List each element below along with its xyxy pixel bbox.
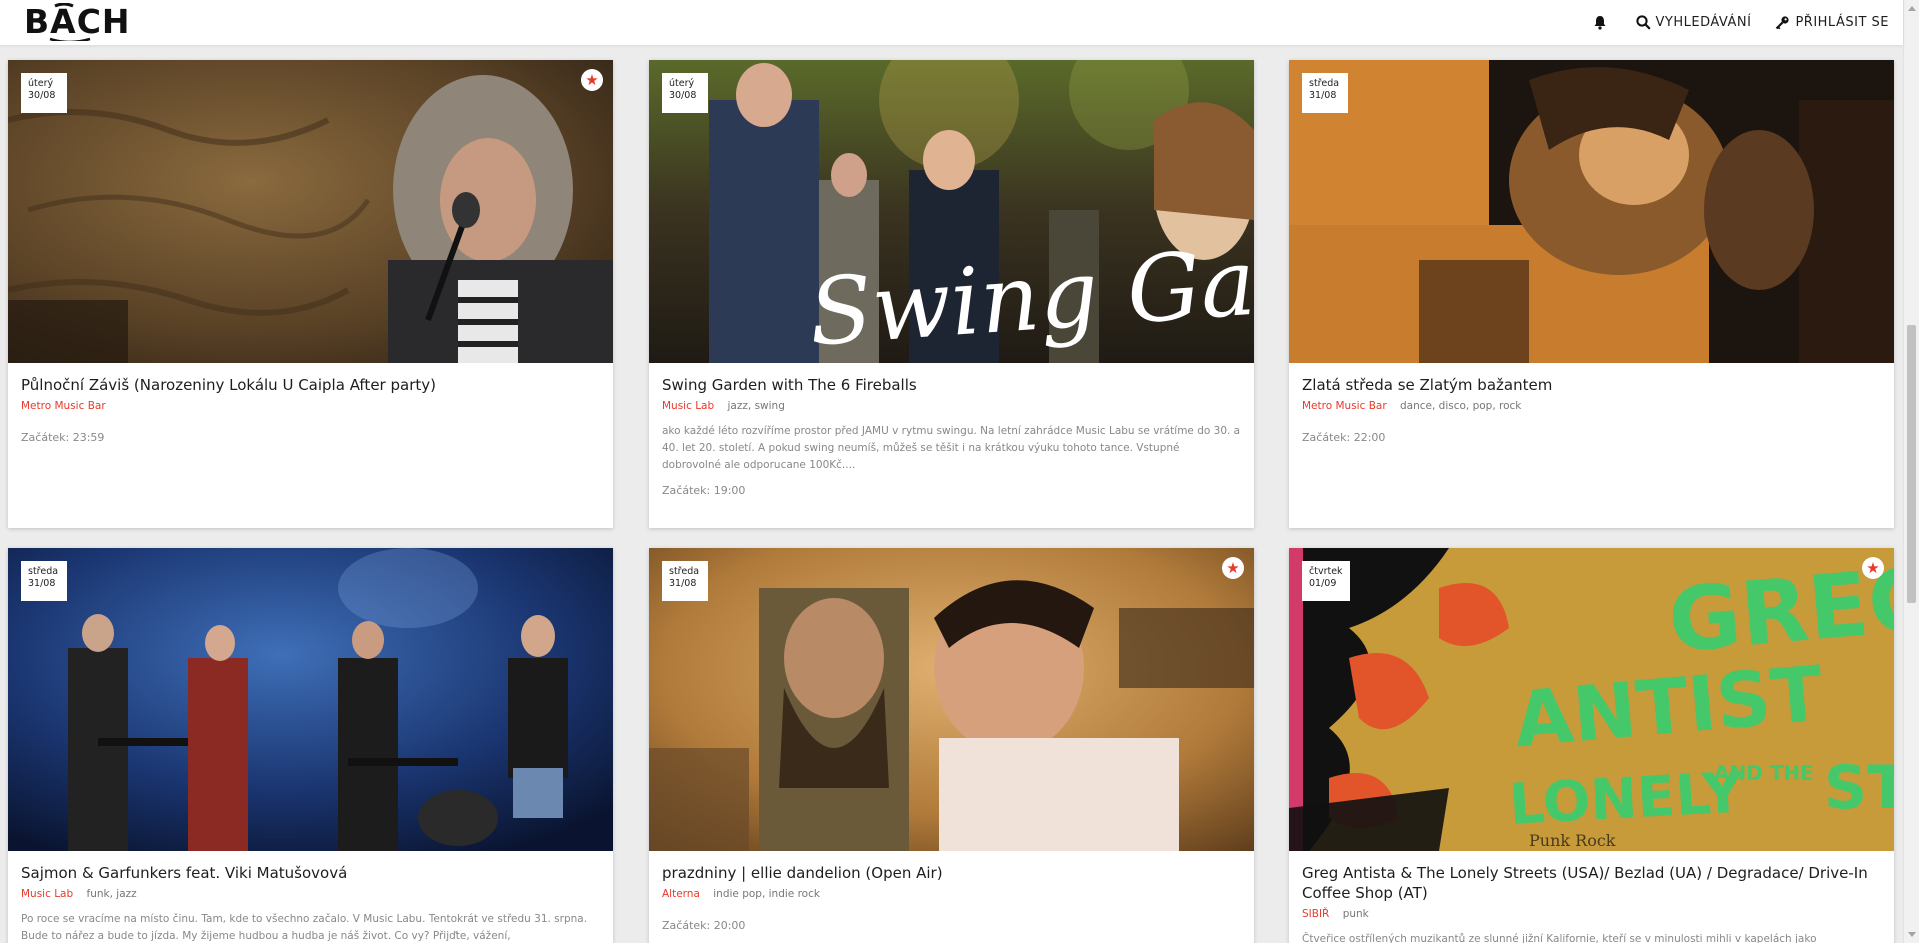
star-icon[interactable]: ★ <box>581 69 603 91</box>
event-venue[interactable]: SIBIŘ <box>1302 908 1329 920</box>
event-genres: jazz, swing <box>727 400 785 412</box>
event-title[interactable]: Swing Garden with The 6 Fireballs <box>662 375 1241 395</box>
event-date: 31/08 <box>28 578 56 589</box>
search-label: VYHLEDÁVÁNÍ <box>1655 15 1752 30</box>
date-badge: středa 31/08 <box>21 561 67 601</box>
scroll-up-arrow[interactable] <box>1908 6 1916 11</box>
event-title[interactable]: Sajmon & Garfunkers feat. Viki Matušovov… <box>21 863 600 883</box>
svg-text:STR: STR <box>1824 753 1894 823</box>
star-icon[interactable]: ★ <box>1222 557 1244 579</box>
date-badge: středa 31/08 <box>662 561 708 601</box>
event-day: úterý <box>669 78 695 89</box>
card-body: Půlnoční Záviš (Narozeniny Lokálu U Caip… <box>21 375 600 444</box>
event-photo: Swing Gar <box>649 60 1254 363</box>
event-venue[interactable]: Alterna <box>662 888 700 900</box>
event-card[interactable]: středa 31/08 Zlatá středa se Zlatým baža… <box>1289 60 1894 528</box>
event-image[interactable]: středa 31/08 ★ <box>649 548 1254 851</box>
event-meta: Music Lab funk, jazz <box>21 887 600 901</box>
event-day: středa <box>1309 78 1340 89</box>
date-badge: úterý 30/08 <box>662 73 708 113</box>
event-venue[interactable]: Metro Music Bar <box>1302 400 1387 412</box>
svg-text:Punk Rock: Punk Rock <box>1529 831 1616 850</box>
notifications-button[interactable] <box>1593 15 1612 30</box>
date-badge: čtvrtek 01/09 <box>1302 561 1350 601</box>
event-title[interactable]: Zlatá středa se Zlatým bažantem <box>1302 375 1881 395</box>
event-day: středa <box>28 566 59 577</box>
event-meta: Metro Music Bar dance, disco, pop, rock <box>1302 399 1881 413</box>
event-date: 30/08 <box>28 90 56 101</box>
event-date: 31/08 <box>669 578 697 589</box>
event-photo <box>8 548 613 851</box>
svg-text:LONELY: LONELY <box>1508 760 1746 837</box>
event-genres: dance, disco, pop, rock <box>1400 400 1522 412</box>
bach-logo[interactable]: BACH <box>24 3 144 41</box>
event-start-time: Začátek: 22:00 <box>1302 431 1386 444</box>
scrollbar-thumb[interactable] <box>1907 325 1916 603</box>
event-meta: Metro Music Bar <box>21 399 600 413</box>
event-photo: GREG ANTIST LONELY AND THE STR Punk Rock <box>1289 548 1894 851</box>
event-date: 31/08 <box>1309 90 1337 101</box>
date-badge: středa 31/08 <box>1302 73 1348 113</box>
top-navigation-bar: BACH VYHLEDÁVÁNÍ PŘIHLÁSIT SE <box>0 0 1903 45</box>
card-body: Swing Garden with The 6 Fireballs Music … <box>662 375 1241 497</box>
event-title[interactable]: Půlnoční Záviš (Narozeniny Lokálu U Caip… <box>21 375 600 395</box>
svg-text:AND THE: AND THE <box>1714 761 1814 785</box>
star-icon[interactable]: ★ <box>1862 557 1884 579</box>
event-day: středa <box>669 566 700 577</box>
event-image[interactable]: GREG ANTIST LONELY AND THE STR Punk Rock… <box>1289 548 1894 851</box>
svg-text:BACH: BACH <box>24 3 131 41</box>
event-start-time: Začátek: 23:59 <box>21 431 105 444</box>
event-description: Po roce se vracíme na místo činu. Tam, k… <box>21 913 588 942</box>
event-description: ako každé léto rozvíříme prostor před JA… <box>662 425 1241 471</box>
event-card[interactable]: středa 31/08 ★ prazdniny | ellie dandeli… <box>649 548 1254 943</box>
event-genres: funk, jazz <box>86 888 137 900</box>
event-image[interactable]: Swing Gar úterý 30/08 <box>649 60 1254 363</box>
event-day: čtvrtek <box>1309 566 1343 577</box>
event-genres: punk <box>1342 908 1369 920</box>
event-card[interactable]: středa 31/08 Sajmon & Garfunkers feat. V… <box>8 548 613 943</box>
event-photo <box>649 548 1254 851</box>
card-body: prazdniny | ellie dandelion (Open Air) A… <box>662 863 1241 932</box>
event-description: Čtveřice ostřílených muzikantů ze slunné… <box>1302 933 1817 943</box>
event-venue[interactable]: Music Lab <box>21 888 73 900</box>
card-body: Zlatá středa se Zlatým bažantem Metro Mu… <box>1302 375 1881 444</box>
scroll-down-arrow[interactable] <box>1908 932 1916 937</box>
event-meta: Alterna indie pop, indie rock <box>662 887 1241 901</box>
scrollbar[interactable] <box>1903 0 1919 943</box>
bell-icon <box>1594 16 1606 30</box>
search-icon <box>1635 15 1651 30</box>
login-label: PŘIHLÁSIT SE <box>1795 15 1889 30</box>
event-venue[interactable]: Music Lab <box>662 400 714 412</box>
event-card[interactable]: Swing Gar úterý 30/08 Swing Garden with … <box>649 60 1254 528</box>
key-icon <box>1776 16 1790 30</box>
event-start-time: Začátek: 19:00 <box>662 484 746 497</box>
event-day: úterý <box>28 78 54 89</box>
header-nav: VYHLEDÁVÁNÍ PŘIHLÁSIT SE <box>1593 0 1903 45</box>
event-image[interactable]: středa 31/08 <box>8 548 613 851</box>
event-start-time: Začátek: 20:00 <box>662 919 746 932</box>
event-meta: SIBIŘ punk <box>1302 907 1881 921</box>
event-title[interactable]: Greg Antista & The Lonely Streets (USA)/… <box>1302 863 1881 903</box>
event-image[interactable]: středa 31/08 <box>1289 60 1894 363</box>
event-venue[interactable]: Metro Music Bar <box>21 400 106 412</box>
search-button[interactable]: VYHLEDÁVÁNÍ <box>1635 15 1752 30</box>
card-body: Sajmon & Garfunkers feat. Viki Matušovov… <box>21 863 600 943</box>
event-date: 30/08 <box>669 90 697 101</box>
event-meta: Music Lab jazz, swing <box>662 399 1241 413</box>
event-card[interactable]: úterý 30/08 ★ Půlnoční Záviš (Narozeniny… <box>8 60 613 528</box>
card-body: Greg Antista & The Lonely Streets (USA)/… <box>1302 863 1881 943</box>
event-photo <box>1289 60 1894 363</box>
event-photo <box>8 60 613 363</box>
date-badge: úterý 30/08 <box>21 73 67 113</box>
login-button[interactable]: PŘIHLÁSIT SE <box>1775 15 1889 30</box>
event-card[interactable]: GREG ANTIST LONELY AND THE STR Punk Rock… <box>1289 548 1894 943</box>
event-date: 01/09 <box>1309 578 1337 589</box>
event-genres: indie pop, indie rock <box>713 888 820 900</box>
event-title[interactable]: prazdniny | ellie dandelion (Open Air) <box>662 863 1241 883</box>
event-image[interactable]: úterý 30/08 ★ <box>8 60 613 363</box>
